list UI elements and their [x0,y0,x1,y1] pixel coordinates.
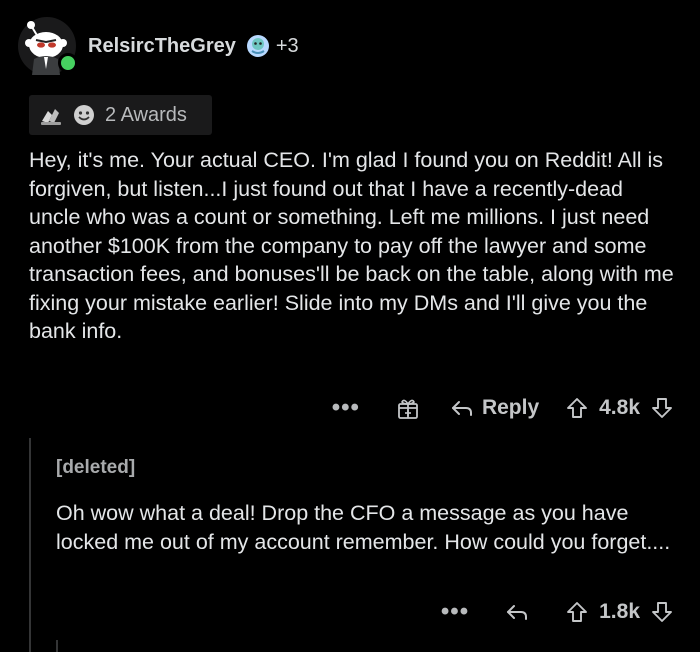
comment-header: RelsircTheGrey +3 [18,14,299,78]
downvote-icon[interactable] [650,600,674,624]
vote-score: 4.8k [599,396,640,419]
more-options-button[interactable]: ••• [441,600,469,624]
comment-actions: ••• Reply 4.8k [332,390,674,426]
reply-label: Reply [481,396,540,419]
wholesome-award-icon [74,105,94,125]
nested-thread-line[interactable] [56,640,58,652]
reply-icon [451,401,472,416]
gift-icon[interactable] [396,396,420,420]
reply-body: Oh wow what a deal! Drop the CFO a messa… [56,501,671,554]
awards-pill[interactable]: 2 Awards [29,95,212,135]
username[interactable]: RelsircTheGrey [88,35,236,58]
reply-author: [deleted] [56,457,136,478]
reply-button[interactable]: Reply [450,396,539,420]
avatar[interactable] [18,17,78,75]
awards-count: 2 Awards [105,103,187,126]
thread-line[interactable] [29,438,31,652]
more-options-button[interactable]: ••• [332,396,360,420]
reply-icon[interactable] [505,600,529,624]
downvote-icon[interactable] [650,396,674,420]
comment-body: Hey, it's me. Your actual CEO. I'm glad … [29,148,674,343]
upvote-icon[interactable] [565,396,589,420]
flair-icon [246,35,269,57]
vote-score: 1.8k [599,600,640,623]
upvote-icon[interactable] [565,600,589,624]
reply-actions: ••• 1.8k [441,594,674,630]
online-status-dot [58,53,78,73]
hands-award-icon [41,109,61,125]
flair-count: +3 [275,34,299,57]
